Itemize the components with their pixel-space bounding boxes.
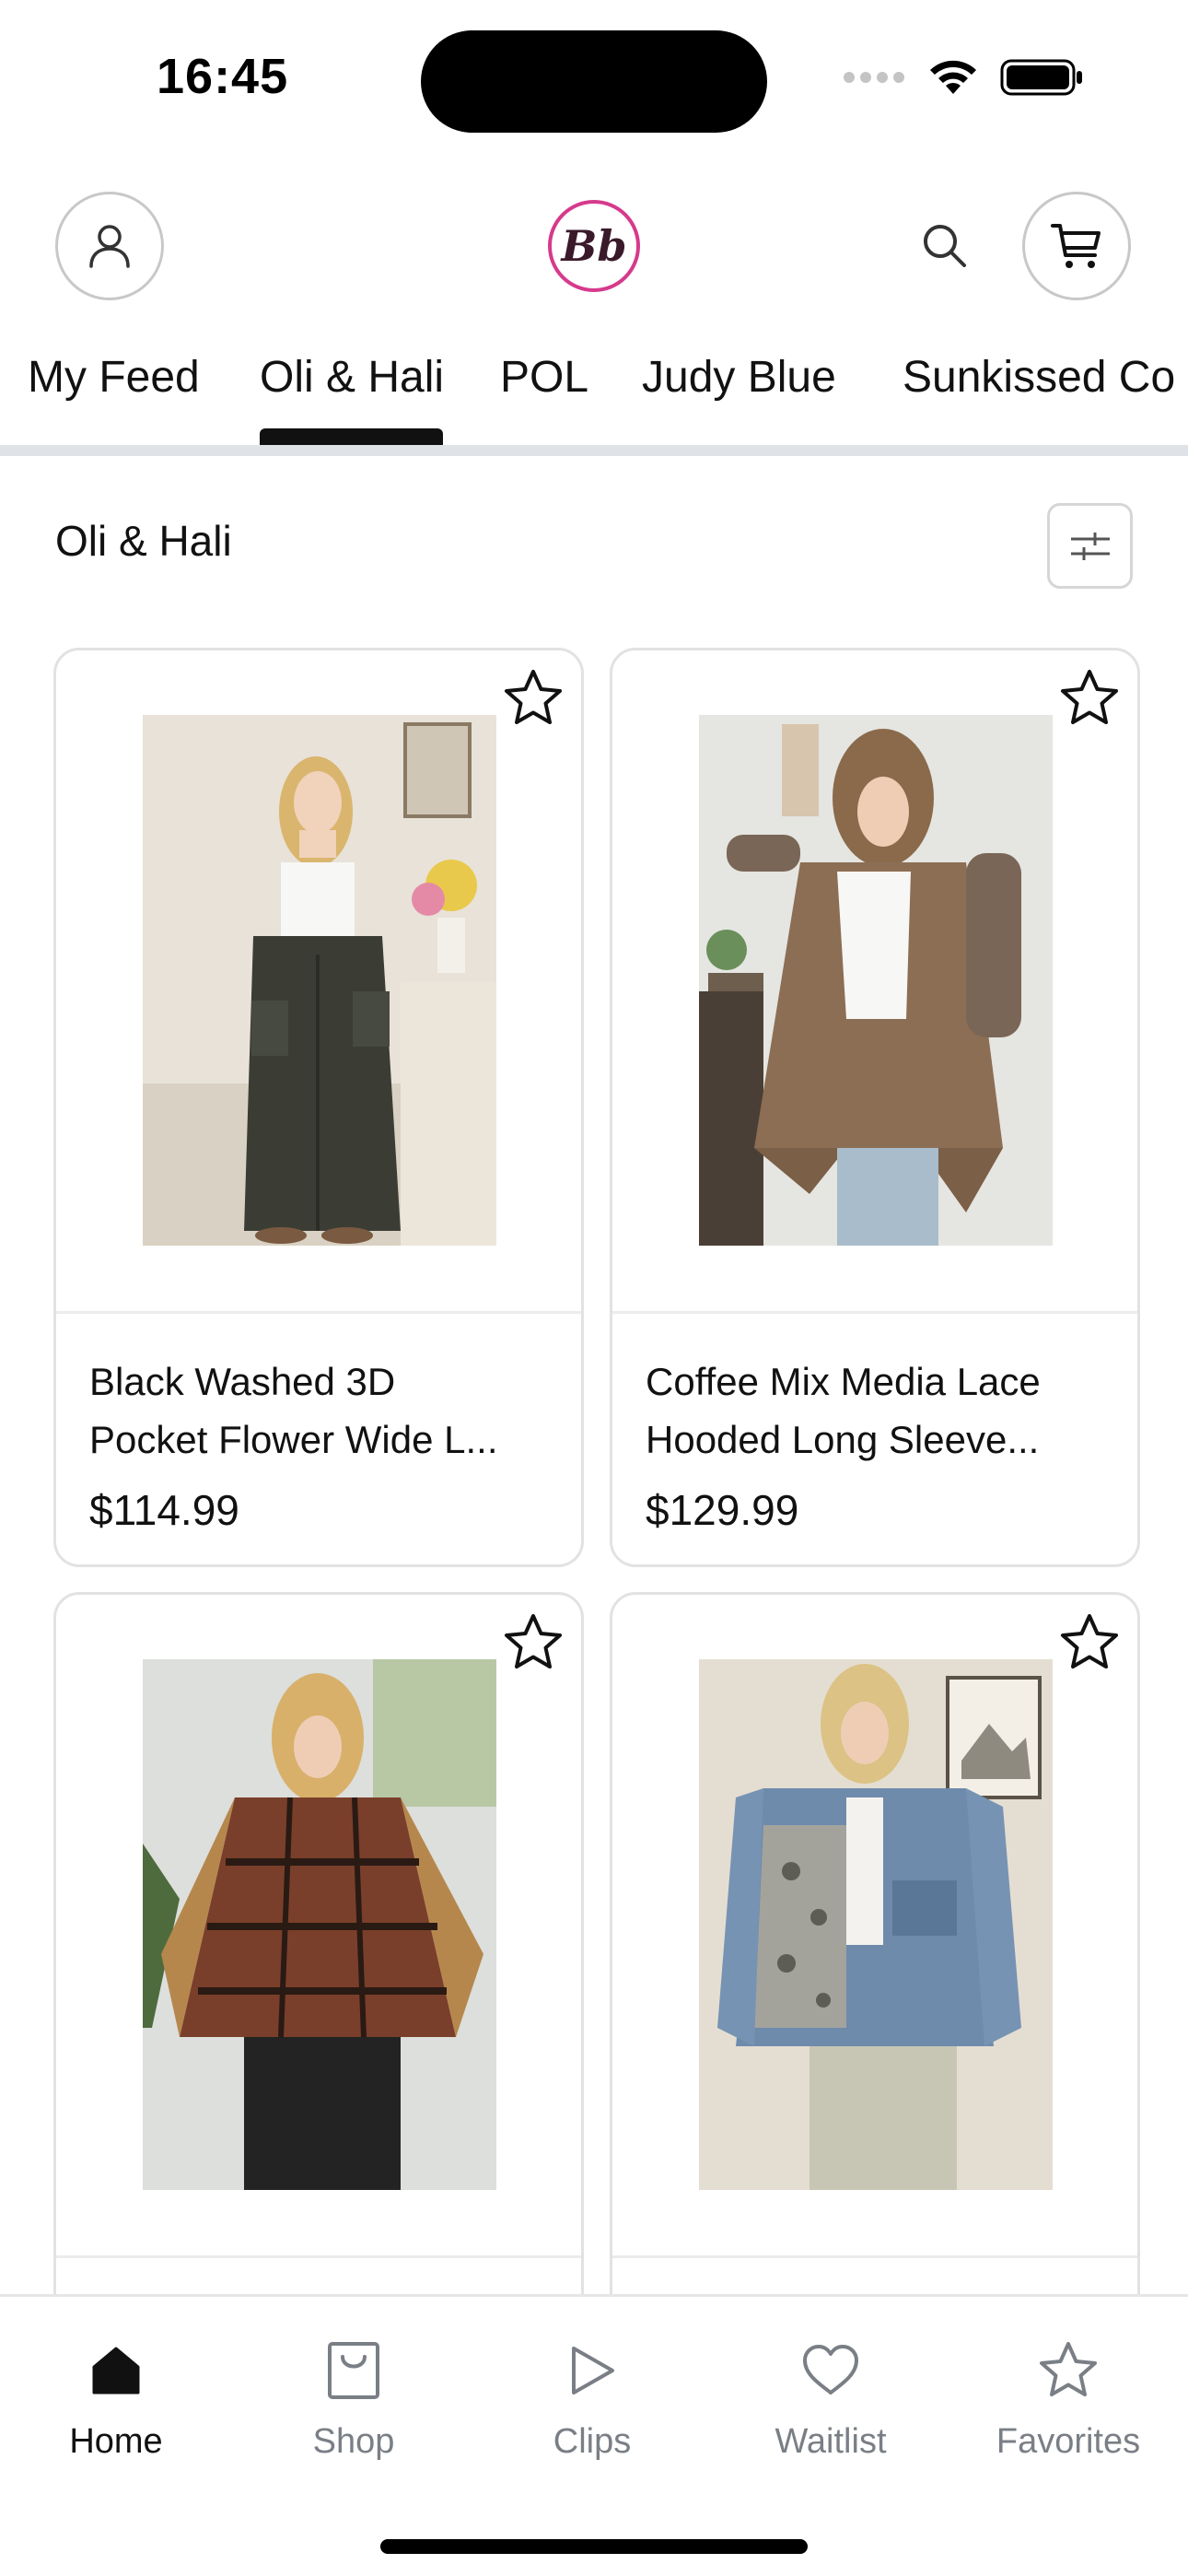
brand-tabs: My Feed Oli & Hali POL Judy Blue Sunkiss…: [0, 341, 1188, 451]
status-bar: 16:45: [0, 0, 1188, 157]
product-card[interactable]: Black Washed 3D Pocket Flower Wide L... …: [53, 648, 584, 1567]
tab-my-feed[interactable]: My Feed: [28, 352, 200, 403]
shop-bag-icon: [317, 2334, 390, 2407]
product-photo: [699, 1659, 1053, 2190]
section-title: Oli & Hali: [55, 517, 232, 565]
product-image-area[interactable]: [612, 1595, 1137, 2258]
battery-icon: [1000, 59, 1082, 96]
favorite-button[interactable]: [500, 665, 566, 732]
tab-judy-blue[interactable]: Judy Blue: [642, 352, 836, 403]
dynamic-island: [421, 30, 767, 133]
product-photo: [143, 1659, 496, 2190]
brand-logo[interactable]: Bb: [548, 200, 640, 292]
status-time: 16:45: [157, 49, 289, 104]
product-name-line-2: Hooded Long Sleeve...: [646, 1418, 1040, 1461]
nav-label: Shop: [312, 2422, 395, 2461]
product-name[interactable]: Black Washed 3D Pocket Flower Wide L...: [89, 1352, 550, 1469]
nav-label: Home: [69, 2422, 163, 2461]
tab-sunkissed-co[interactable]: Sunkissed Co: [903, 352, 1175, 403]
product-photo: [143, 715, 496, 1246]
tab-oli-and-hali[interactable]: Oli & Hali: [260, 352, 444, 403]
cart-icon: [1051, 224, 1101, 268]
product-name-line-2: Pocket Flower Wide L...: [89, 1418, 498, 1461]
profile-icon: [89, 225, 130, 268]
product-photo: [699, 715, 1053, 1246]
favorite-button[interactable]: [1056, 1610, 1123, 1676]
product-image-area[interactable]: [56, 1595, 581, 2258]
product-image-area[interactable]: [612, 650, 1137, 1314]
star-icon: [1031, 2334, 1105, 2407]
wifi-icon: [930, 60, 976, 94]
nav-item-clips[interactable]: Clips: [491, 2334, 693, 2472]
nav-label: Favorites: [996, 2422, 1141, 2461]
product-card[interactable]: Coffee Mix Media Lace Hooded Long Sleeve…: [610, 648, 1140, 1567]
nav-label: Waitlist: [775, 2422, 887, 2461]
favorite-button[interactable]: [500, 1610, 566, 1676]
product-price: $114.99: [89, 1486, 239, 1534]
filter-sliders-icon: [1070, 532, 1110, 560]
star-outline-icon: [1061, 670, 1118, 724]
tab-pol[interactable]: POL: [500, 352, 588, 403]
nav-label: Clips: [553, 2422, 632, 2461]
favorite-button[interactable]: [1056, 665, 1123, 732]
bottom-nav: Home Shop Clips Waitlist Favorites: [0, 2294, 1188, 2576]
cart-button[interactable]: [1022, 192, 1131, 300]
nav-item-favorites[interactable]: Favorites: [967, 2334, 1170, 2472]
status-icons: [842, 57, 1085, 98]
star-outline-icon: [1061, 1614, 1118, 1669]
logo-text: Bb: [561, 221, 627, 271]
play-icon: [555, 2334, 629, 2407]
signal-icon: [844, 72, 904, 83]
profile-button[interactable]: [55, 192, 164, 300]
active-tab-indicator: [260, 428, 443, 447]
product-name-line-1: Black Washed 3D: [89, 1360, 396, 1403]
filter-button[interactable]: [1047, 503, 1133, 589]
nav-item-home[interactable]: Home: [15, 2334, 217, 2472]
heart-icon: [794, 2334, 868, 2407]
search-button[interactable]: [916, 217, 972, 273]
product-image-area[interactable]: [56, 650, 581, 1314]
nav-item-shop[interactable]: Shop: [252, 2334, 455, 2472]
product-name[interactable]: Coffee Mix Media Lace Hooded Long Sleeve…: [646, 1352, 1106, 1469]
home-icon: [79, 2334, 153, 2407]
home-indicator[interactable]: [380, 2539, 808, 2554]
star-outline-icon: [505, 670, 562, 724]
product-name-line-1: Coffee Mix Media Lace: [646, 1360, 1041, 1403]
star-outline-icon: [505, 1614, 562, 1669]
search-icon: [924, 225, 966, 267]
nav-item-waitlist[interactable]: Waitlist: [729, 2334, 932, 2472]
product-price: $129.99: [646, 1486, 799, 1534]
tabs-divider: [0, 445, 1188, 456]
app-header: Bb: [0, 184, 1188, 313]
